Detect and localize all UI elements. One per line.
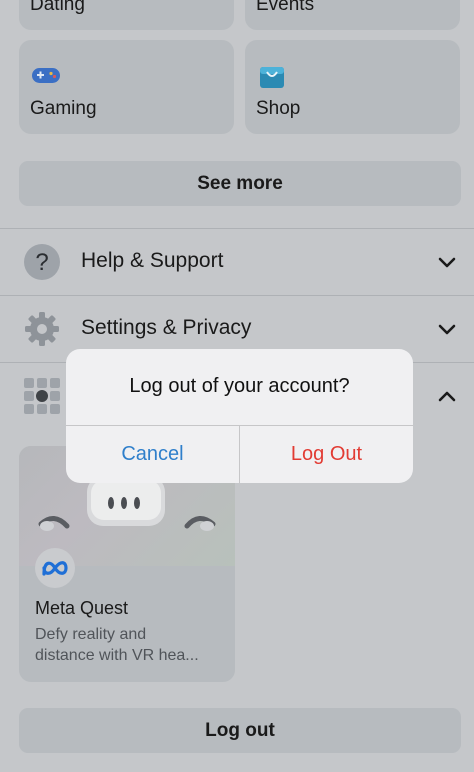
gaming-label: Gaming — [30, 98, 97, 119]
logout-confirm-dialog: Log out of your account? Cancel Log Out — [66, 349, 413, 483]
meta-quest-description-line2: distance with VR hea... — [35, 647, 199, 664]
meta-quest-title: Meta Quest — [35, 598, 129, 618]
screen: Dating Events Gaming Shop See more ? Hel… — [0, 0, 474, 772]
question-mark-icon: ? — [24, 244, 60, 280]
shop-tile[interactable]: Shop — [245, 40, 460, 134]
chevron-down-icon — [438, 257, 456, 268]
events-label: Events — [256, 0, 315, 15]
gamepad-icon — [32, 68, 60, 83]
settings-privacy-label: Settings & Privacy — [81, 316, 252, 339]
grid-icon — [24, 378, 60, 414]
meta-logo-icon — [35, 548, 75, 588]
log-out-button[interactable]: Log out — [19, 708, 461, 753]
svg-text:?: ? — [35, 249, 48, 276]
help-support-row[interactable]: ? Help & Support — [0, 229, 474, 295]
gaming-tile[interactable]: Gaming — [19, 40, 234, 134]
see-more-button[interactable]: See more — [19, 161, 461, 206]
dating-tile[interactable]: Dating — [19, 0, 234, 30]
log-out-confirm-button[interactable]: Log Out — [240, 426, 413, 483]
dating-label: Dating — [30, 0, 85, 15]
gear-icon — [25, 312, 59, 346]
shop-label: Shop — [256, 98, 301, 119]
shopping-bag-icon — [260, 67, 284, 88]
help-support-label: Help & Support — [81, 249, 224, 272]
events-tile[interactable]: Events — [245, 0, 460, 30]
cancel-button[interactable]: Cancel — [66, 426, 239, 483]
chevron-down-icon — [438, 324, 456, 335]
chevron-up-icon — [438, 391, 456, 402]
dialog-title: Log out of your account? — [129, 375, 350, 397]
meta-quest-description-line1: Defy reality and — [35, 626, 147, 643]
